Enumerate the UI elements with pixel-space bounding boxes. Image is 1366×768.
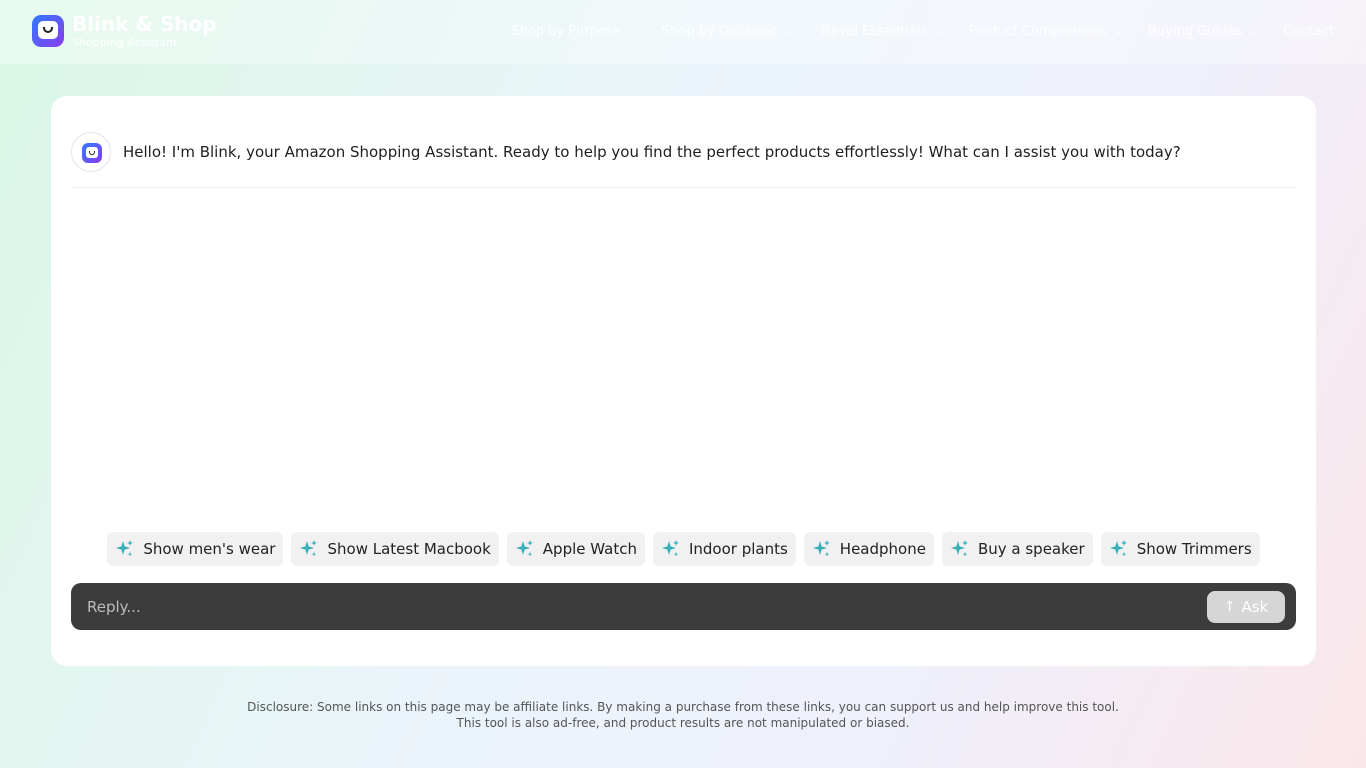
nav-travel-essentials[interactable]: Travel Essentials ⌄ xyxy=(819,24,942,39)
suggestion-chip[interactable]: Indoor plants xyxy=(652,532,796,566)
nav-contact[interactable]: Contact xyxy=(1283,24,1334,39)
site-header: Blink & Shop Shopping Assistant Shop by … xyxy=(0,0,1366,64)
brand-title: Blink & Shop xyxy=(72,12,217,36)
sparkle-icon xyxy=(812,540,830,557)
disclosure-line-2: This tool is also ad-free, and product r… xyxy=(456,716,910,730)
sparkle-icon xyxy=(515,540,533,557)
main-nav: Shop by Purpose ⌄ Shop by Occasion ⌄ Tra… xyxy=(485,24,1334,39)
arrow-up-icon: ↑ xyxy=(1223,599,1236,615)
chevron-down-icon: ⌄ xyxy=(627,26,636,37)
chevron-down-icon: ⌄ xyxy=(784,26,794,37)
nav-shop-by-occasion[interactable]: Shop by Occasion ⌄ xyxy=(662,24,793,39)
sparkle-icon xyxy=(1109,540,1127,557)
assistant-avatar xyxy=(71,132,111,172)
assistant-message-text: Hello! I'm Blink, your Amazon Shopping A… xyxy=(123,143,1181,161)
blink-logo-icon xyxy=(32,15,64,47)
disclosure-line-1: Disclosure: Some links on this page may … xyxy=(247,700,1119,714)
suggestion-chip[interactable]: Show Latest Macbook xyxy=(291,532,499,566)
ask-button-label: Ask xyxy=(1241,598,1269,616)
sparkle-icon xyxy=(300,540,318,557)
chat-panel: Hello! I'm Blink, your Amazon Shopping A… xyxy=(51,96,1316,666)
suggestion-chip[interactable]: Show Trimmers xyxy=(1100,532,1260,566)
chevron-down-icon: ⌄ xyxy=(1249,26,1258,37)
brand[interactable]: Blink & Shop Shopping Assistant xyxy=(32,14,217,48)
nav-product-comparisons[interactable]: Product Comparisons ⌄ xyxy=(968,24,1122,39)
suggestion-chip[interactable]: Apple Watch xyxy=(506,532,645,566)
sparkle-icon xyxy=(116,540,134,557)
nav-buying-guides[interactable]: Buying Guides ⌄ xyxy=(1148,24,1257,39)
nav-shop-by-purpose[interactable]: Shop by Purpose ⌄ xyxy=(511,24,635,39)
assistant-message: Hello! I'm Blink, your Amazon Shopping A… xyxy=(71,132,1296,188)
affiliate-disclosure: Disclosure: Some links on this page may … xyxy=(0,699,1366,731)
suggestion-chip[interactable]: Show men's wear xyxy=(107,532,284,566)
suggestion-chips: Show men's wear Show Latest Macbook Appl… xyxy=(51,532,1316,566)
ask-button[interactable]: ↑ Ask xyxy=(1207,591,1285,623)
brand-subtitle: Shopping Assistant xyxy=(72,36,178,49)
reply-input[interactable] xyxy=(87,597,1187,616)
chevron-down-icon: ⌄ xyxy=(1113,26,1122,37)
reply-box: ↑ Ask xyxy=(71,583,1296,630)
sparkle-icon xyxy=(950,540,968,557)
suggestion-chip[interactable]: Headphone xyxy=(803,532,934,566)
blink-logo-icon xyxy=(82,143,102,163)
sparkle-icon xyxy=(661,540,679,557)
chevron-down-icon: ⌄ xyxy=(934,26,943,37)
suggestion-chip[interactable]: Buy a speaker xyxy=(941,532,1093,566)
